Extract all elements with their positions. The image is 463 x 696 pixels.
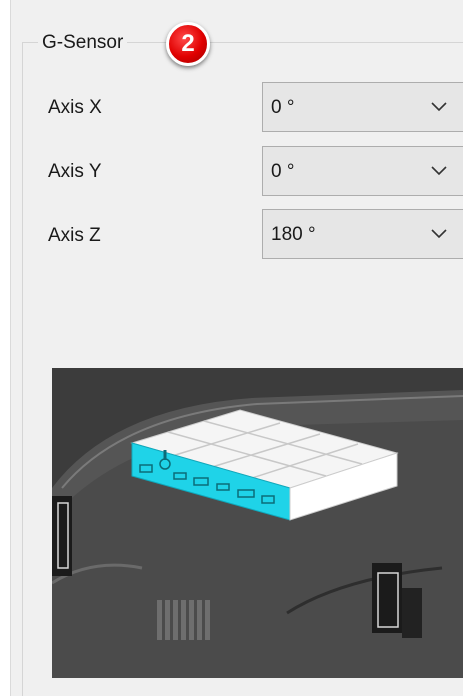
chevron-down-icon xyxy=(431,166,447,176)
axis-z-select[interactable]: 180 ° xyxy=(262,209,463,259)
axis-y-label: Axis Y xyxy=(48,161,102,182)
axis-z-label: Axis Z xyxy=(48,225,101,246)
groupbox-border-left xyxy=(22,42,23,696)
chevron-down-icon xyxy=(431,229,447,239)
chevron-down-icon xyxy=(431,102,447,112)
axis-y-select[interactable]: 0 ° xyxy=(262,146,463,196)
axis-z-value: 180 ° xyxy=(271,224,316,245)
axis-x-label: Axis X xyxy=(48,97,102,118)
axis-x-value: 0 ° xyxy=(271,97,295,118)
axis-y-value: 0 ° xyxy=(271,161,295,182)
groupbox-title: G-Sensor xyxy=(38,32,128,54)
callout-badge: 2 xyxy=(166,22,210,66)
axis-x-select[interactable]: 0 ° xyxy=(262,82,463,132)
device-mounting-illustration xyxy=(52,368,463,678)
vehicle-dashboard-image xyxy=(52,368,463,678)
